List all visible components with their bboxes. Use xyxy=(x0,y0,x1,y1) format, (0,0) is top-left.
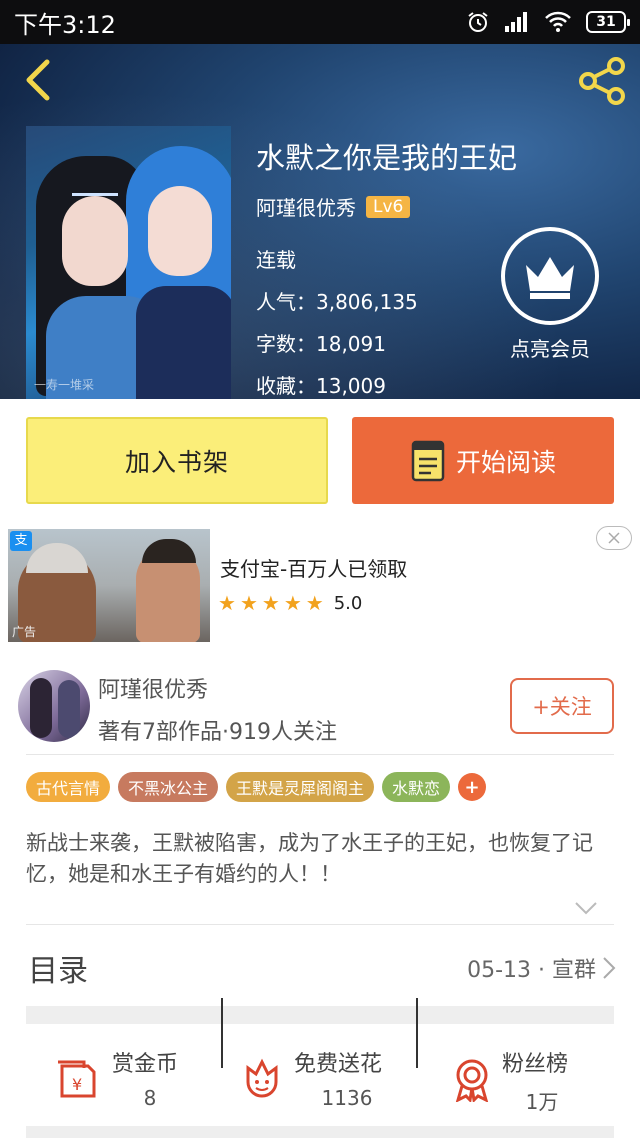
status-icons: 31 xyxy=(466,10,630,34)
ribbon-medal-icon xyxy=(455,1059,489,1102)
book-word-count: 字数：18,091 xyxy=(256,332,386,356)
divider xyxy=(221,998,223,1068)
divider xyxy=(26,754,614,755)
divider xyxy=(26,924,614,925)
tag-chip[interactable]: 古代言情 xyxy=(26,772,111,802)
star-icon: ★ xyxy=(283,591,302,615)
status-bar: 下午3:12 31 xyxy=(0,0,640,44)
ad-image[interactable]: 支 广告 xyxy=(8,529,210,642)
back-button[interactable] xyxy=(16,58,60,102)
add-tag-button[interactable]: + xyxy=(458,773,487,801)
ad-banner[interactable]: 支 广告 支付宝-百万人已领取 ★ ★ ★ ★ ★ 5.0 xyxy=(0,521,640,658)
stat-label: 粉丝榜 xyxy=(502,1052,569,1077)
ad-close-button[interactable] xyxy=(596,526,632,550)
alipay-logo-icon: 支 xyxy=(10,531,32,551)
tag-chip[interactable]: 不黑冰公主 xyxy=(118,772,219,802)
stat-value: 8 xyxy=(143,1086,157,1110)
ad-rating-value: 5.0 xyxy=(333,592,363,614)
avatar[interactable] xyxy=(18,670,90,742)
synopsis: 新战士来袭，王默被陷害，成为了水王子的王妃，也恢复了记忆，她是和水王子有婚约的人… xyxy=(26,831,593,886)
book-status: 连载 xyxy=(256,248,296,272)
book-author[interactable]: 阿瑾很优秀 xyxy=(256,192,356,221)
star-icon: ★ xyxy=(305,591,324,615)
book-details: 阿瑾很优秀 著有7部作品·919人关注 +关注 古代言情 不黑冰公主 王默是灵犀… xyxy=(0,658,640,1138)
section-separator xyxy=(26,1006,614,1024)
book-popularity: 人气：3,806,135 xyxy=(256,290,418,314)
level-badge: Lv6 xyxy=(366,195,411,218)
ad-title[interactable]: 支付宝-百万人已领取 xyxy=(220,553,407,582)
battery-icon: 31 xyxy=(586,11,630,33)
flower-stat[interactable]: 免费送花 1136 xyxy=(242,1042,412,1122)
wifi-icon xyxy=(545,11,571,32)
star-icon: ★ xyxy=(239,591,258,615)
section-separator xyxy=(26,1126,614,1138)
star-icon: ★ xyxy=(261,591,280,615)
author-name[interactable]: 阿瑾很优秀 xyxy=(98,672,208,704)
book-cover[interactable]: 一寿一堆采 xyxy=(26,126,231,399)
flower-icon xyxy=(246,1058,278,1098)
cover-watermark: 一寿一堆采 xyxy=(34,378,95,392)
add-to-shelf-button[interactable]: 加入书架 xyxy=(26,417,328,504)
ad-tag: 广告 xyxy=(12,625,37,639)
reward-coin-icon: ¥ xyxy=(58,1060,96,1098)
table-of-contents-row[interactable]: 目录 05-13 · 宣群 xyxy=(0,926,640,1010)
chevron-left-icon xyxy=(26,59,50,101)
chevron-down-icon[interactable] xyxy=(574,900,598,919)
divider xyxy=(416,998,418,1068)
signal-icon xyxy=(505,12,527,32)
book-title: 水默之你是我的王妃 xyxy=(256,141,518,175)
follow-button[interactable]: +关注 xyxy=(510,678,614,734)
tag-list: 古代言情 不黑冰公主 王默是灵犀阁阁主 水默恋 + xyxy=(26,772,487,802)
toc-latest-update: 05-13 · 宣群 xyxy=(467,958,596,983)
book-info: 水默之你是我的王妃 阿瑾很优秀 Lv6 连载 人气：3,806,135 字数：1… xyxy=(256,138,517,399)
action-bar: 加入书架 开始阅读 xyxy=(0,399,640,521)
stats-row: ¥ 赏金币 8 免费送花 1136 粉丝榜 1万 xyxy=(0,1024,640,1136)
vip-label: 点亮会员 xyxy=(510,337,590,361)
author-line: 阿瑾很优秀 Lv6 xyxy=(256,192,517,221)
book-header: 一寿一堆采 水默之你是我的王妃 阿瑾很优秀 Lv6 连载 人气：3,806,13… xyxy=(0,44,640,399)
start-reading-button[interactable]: 开始阅读 xyxy=(352,417,614,504)
svg-text:¥: ¥ xyxy=(72,1075,82,1094)
alarm-icon xyxy=(468,12,488,32)
battery-level: 31 xyxy=(596,14,616,30)
start-reading-label: 开始阅读 xyxy=(455,447,556,477)
tag-chip[interactable]: 王默是灵犀阁阁主 xyxy=(226,772,375,802)
author-stats: 著有7部作品·919人关注 xyxy=(98,720,337,745)
close-icon xyxy=(608,532,620,544)
stat-label: 免费送花 xyxy=(294,1052,383,1077)
stat-value: 1136 xyxy=(321,1086,373,1110)
reward-coin-stat[interactable]: ¥ 赏金币 8 xyxy=(56,1042,206,1122)
author-profile[interactable]: 阿瑾很优秀 著有7部作品·919人关注 +关注 xyxy=(0,658,640,754)
tag-chip[interactable]: 水默恋 xyxy=(382,772,451,802)
book-favorites: 收藏：13,009 xyxy=(256,374,386,398)
fan-ranking-stat[interactable]: 粉丝榜 1万 xyxy=(452,1042,592,1122)
stat-value: 1万 xyxy=(525,1090,559,1114)
stat-label: 赏金币 xyxy=(112,1052,179,1077)
book-icon xyxy=(411,440,445,481)
star-icon: ★ xyxy=(218,591,236,615)
share-button[interactable] xyxy=(578,56,628,106)
status-time: 下午3:12 xyxy=(14,10,116,39)
ad-rating: ★ ★ ★ ★ ★ 5.0 xyxy=(218,591,362,615)
share-icon xyxy=(579,57,625,105)
crown-icon xyxy=(501,227,599,325)
toc-label: 目录 xyxy=(28,954,88,989)
chevron-right-icon xyxy=(603,957,616,979)
vip-button[interactable]: 点亮会员 xyxy=(500,227,600,362)
